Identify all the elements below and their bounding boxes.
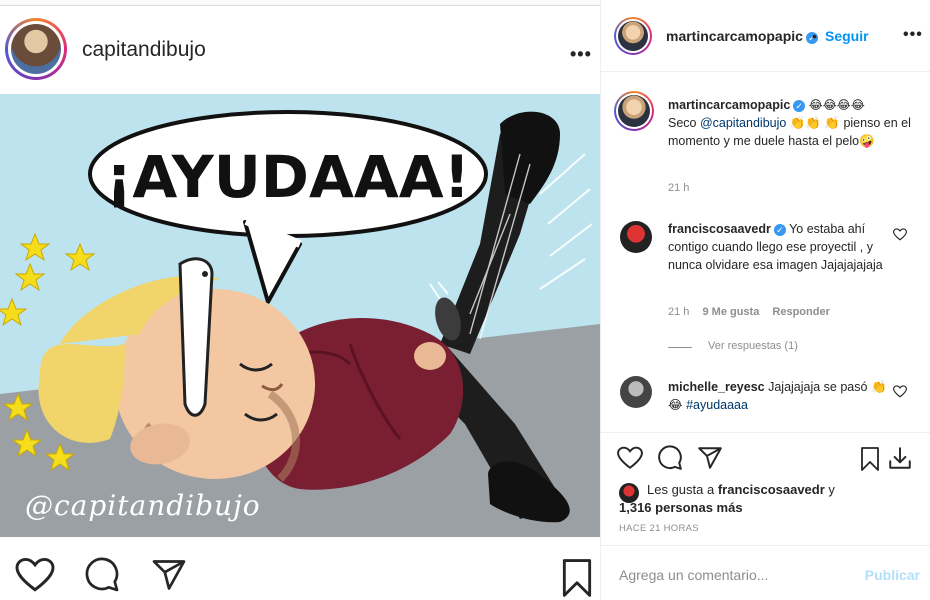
bookmark-icon[interactable] — [558, 557, 596, 600]
comment-icon[interactable] — [83, 557, 121, 598]
comment-avatar[interactable] — [620, 376, 652, 408]
caption-emojis: 😂😂😂😂 — [808, 98, 865, 112]
comment-hashtag[interactable]: #ayudaaaa — [686, 398, 748, 412]
comment-item: franciscosaavedr ✓ Yo estaba ahí contigo … — [668, 220, 888, 274]
heart-icon[interactable] — [15, 557, 55, 598]
caption-author[interactable]: martincarcamopapic — [668, 98, 790, 112]
download-icon[interactable] — [887, 445, 913, 476]
likes-user[interactable]: franciscosaavedr — [718, 482, 825, 497]
image-watermark: @capitandibujo — [25, 489, 261, 522]
follow-button[interactable]: Seguir — [825, 28, 869, 44]
comment-avatar[interactable] — [620, 221, 652, 253]
details-pane: martincarcamopapic ✓ • Seguir ••• martinc… — [600, 0, 930, 600]
share-icon[interactable] — [697, 445, 723, 476]
caption-mention[interactable]: @capitandibujo — [700, 116, 786, 130]
caption: martincarcamopapic ✓ 😂😂😂😂 Seco @capitandi… — [668, 96, 918, 150]
comment-likes[interactable]: 9 Me gusta — [702, 306, 759, 318]
comments-section: martincarcamopapic ✓ 😂😂😂😂 Seco @capitandi… — [601, 72, 930, 432]
likes-count-text[interactable]: 1,316 personas más — [619, 500, 743, 515]
verified-badge-icon: ✓ — [773, 224, 786, 236]
header-author-name[interactable]: martincarcamopapic ✓ — [666, 28, 818, 44]
likes-middle: y — [824, 482, 835, 497]
comment-time[interactable]: 21 h — [668, 306, 689, 318]
likes-count[interactable]: 1,316 personas más — [619, 499, 743, 517]
post-author-name[interactable]: capitandibujo — [82, 38, 206, 62]
caption-text-before: Seco — [668, 116, 700, 130]
like-comment-heart-icon[interactable] — [892, 385, 908, 403]
author-avatar[interactable] — [5, 18, 67, 80]
speech-text: ¡AYUDAAA! — [106, 143, 470, 211]
publish-button[interactable]: Publicar — [865, 567, 920, 583]
comment-item: michelle_reyesc Jajajajaja se pasó 👏😂 #a… — [668, 378, 888, 414]
likes-prefix: Les gusta a — [647, 482, 718, 497]
comment-meta: 21 h 9 Me gusta Responder — [668, 306, 830, 318]
caption-time[interactable]: 21 h — [668, 182, 689, 194]
heart-icon[interactable] — [617, 446, 643, 475]
replies-divider — [668, 347, 692, 348]
comment-author[interactable]: michelle_reyesc — [668, 380, 765, 394]
post-image[interactable]: ¡AYUDAAA! @capitandibujo — [0, 94, 600, 537]
cartoon-illustration: ¡AYUDAAA! — [0, 110, 600, 537]
author-avatar[interactable] — [614, 17, 652, 55]
post-actions-bar — [0, 537, 600, 600]
bookmark-icon[interactable] — [858, 445, 882, 478]
caption-avatar[interactable] — [614, 91, 654, 131]
like-comment-heart-icon[interactable] — [892, 228, 908, 246]
posted-ago[interactable]: HACE 21 HORAS — [619, 523, 699, 534]
reply-button[interactable]: Responder — [772, 306, 829, 318]
post-pane: capitandibujo ••• ¡AYUDAAA! @capitandibu… — [0, 0, 600, 600]
more-options-icon[interactable]: ••• — [903, 26, 923, 44]
sidebar-actions: Les gusta a franciscosaavedr y 1,316 per… — [601, 432, 930, 542]
instagram-post-view: capitandibujo ••• ¡AYUDAAA! @capitandibu… — [0, 0, 930, 600]
more-options-icon[interactable]: ••• — [570, 44, 592, 65]
post-header: capitandibujo ••• — [0, 6, 600, 94]
share-icon[interactable] — [150, 557, 188, 598]
author-username[interactable]: martincarcamopapic — [666, 28, 803, 44]
likes-summary: Les gusta a franciscosaavedr y — [647, 481, 835, 499]
add-comment-bar: Agrega un comentario... Publicar — [601, 545, 930, 600]
comment-input[interactable]: Agrega un comentario... — [619, 567, 768, 583]
comment-author[interactable]: franciscosaavedr — [668, 222, 771, 236]
details-header: martincarcamopapic ✓ • Seguir ••• — [601, 0, 930, 72]
separator-dot: • — [812, 28, 817, 44]
view-replies-button[interactable]: Ver respuestas (1) — [708, 340, 798, 352]
comment-icon[interactable] — [657, 445, 683, 476]
verified-badge-icon: ✓ — [793, 100, 806, 112]
